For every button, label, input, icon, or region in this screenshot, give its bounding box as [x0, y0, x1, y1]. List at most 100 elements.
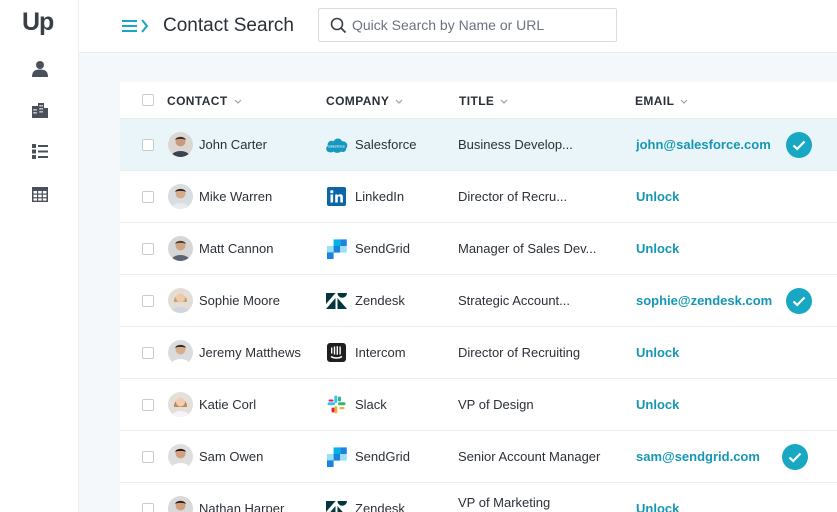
app-logo[interactable]: Up [22, 8, 54, 37]
list-icon [32, 143, 48, 159]
column-header-company[interactable]: COMPANY [326, 94, 403, 108]
verified-check-icon [786, 132, 812, 158]
job-title: VP of Marketing [458, 495, 551, 510]
job-title: Strategic Account... [458, 293, 571, 308]
job-title: Business Develop... [458, 137, 573, 152]
column-header-label: EMAIL [635, 94, 675, 108]
job-title: Director of Recru... [458, 189, 568, 204]
unlock-email-link[interactable]: Unlock [636, 397, 679, 412]
table-row[interactable]: Sam Owen SendGrid Senior Account Manager… [120, 431, 837, 483]
avatar [168, 184, 193, 209]
sidebar: Up [0, 0, 79, 512]
row-checkbox[interactable] [142, 295, 154, 307]
unlock-email-link[interactable]: Unlock [636, 241, 679, 256]
table-row[interactable]: Katie Corl Slack VP of Design Unlock [120, 379, 837, 431]
row-checkbox[interactable] [142, 399, 154, 411]
contact-name[interactable]: Mike Warren [199, 189, 272, 204]
table-header: CONTACT COMPANY TITLE EMAIL [120, 82, 837, 119]
job-title: Senior Account Manager [458, 449, 601, 464]
chevron-down-icon [500, 99, 508, 104]
sendgrid-logo-icon [325, 238, 348, 259]
column-header-label: CONTACT [167, 94, 228, 108]
table-row[interactable]: Matt Cannon SendGrid Manager of Sales De… [120, 223, 837, 275]
table-row[interactable]: Jeremy Matthews Intercom Director of Rec… [120, 327, 837, 379]
quick-search[interactable] [318, 8, 617, 42]
avatar [168, 132, 193, 157]
row-checkbox[interactable] [142, 503, 154, 512]
table-row[interactable]: Sophie Moore Zendesk Strategic Account..… [120, 275, 837, 327]
email-address[interactable]: john@salesforce.com [636, 137, 771, 152]
column-header-label: COMPANY [326, 94, 390, 108]
building-icon [32, 102, 48, 118]
company-name[interactable]: Slack [355, 397, 387, 412]
contact-name[interactable]: Katie Corl [199, 397, 256, 412]
row-checkbox[interactable] [142, 451, 154, 463]
contact-name[interactable]: Sam Owen [199, 449, 263, 464]
slack-logo-icon [325, 394, 348, 415]
job-title: Manager of Sales Dev... [458, 241, 597, 256]
unlock-email-link[interactable]: Unlock [636, 345, 679, 360]
table-row[interactable]: John Carter salesforce Salesforce Busine… [120, 119, 837, 171]
search-icon [330, 17, 347, 34]
unlock-email-link[interactable]: Unlock [636, 189, 679, 204]
column-header-label: TITLE [459, 94, 495, 108]
avatar [168, 236, 193, 261]
user-icon [32, 60, 48, 77]
contacts-table: CONTACT COMPANY TITLE EMAIL John Carter … [120, 82, 837, 512]
job-title: Director of Recruiting [458, 345, 581, 360]
table-row[interactable]: Nathan Harper Zendesk VP of Marketing Un… [120, 483, 837, 512]
email-address[interactable]: sophie@zendesk.com [636, 293, 772, 308]
company-name[interactable]: LinkedIn [355, 189, 404, 204]
company-name[interactable]: SendGrid [355, 241, 410, 256]
zendesk-logo-icon [325, 498, 348, 512]
salesforce-logo-icon: salesforce [325, 134, 348, 155]
table-row[interactable]: Mike Warren LinkedIn Director of Recru..… [120, 171, 837, 223]
linkedin-logo-icon [325, 186, 348, 207]
zendesk-logo-icon [325, 290, 348, 311]
avatar [168, 496, 193, 512]
sidebar-item-table[interactable] [31, 185, 49, 203]
row-checkbox[interactable] [142, 191, 154, 203]
intercom-logo-icon [325, 342, 348, 363]
email-address[interactable]: sam@sendgrid.com [636, 449, 760, 464]
sendgrid-logo-icon [325, 446, 348, 467]
avatar [168, 392, 193, 417]
company-name[interactable]: SendGrid [355, 449, 410, 464]
column-header-contact[interactable]: CONTACT [167, 94, 242, 108]
contact-name[interactable]: Nathan Harper [199, 501, 284, 512]
unlock-email-link[interactable]: Unlock [636, 501, 679, 512]
column-header-title[interactable]: TITLE [459, 94, 508, 108]
sidebar-item-lists[interactable] [31, 142, 49, 160]
row-checkbox[interactable] [142, 347, 154, 359]
verified-check-icon [786, 288, 812, 314]
contact-name[interactable]: Jeremy Matthews [199, 345, 301, 360]
sidebar-item-companies[interactable] [31, 101, 49, 119]
chevron-down-icon [680, 99, 688, 104]
chevron-down-icon [395, 99, 403, 104]
svg-text:salesforce: salesforce [328, 144, 345, 148]
select-all-checkbox[interactable] [142, 94, 154, 106]
search-input[interactable] [352, 9, 610, 41]
row-checkbox[interactable] [142, 139, 154, 151]
table-grid-icon [32, 186, 48, 202]
company-name[interactable]: Intercom [355, 345, 406, 360]
avatar [168, 288, 193, 313]
company-name[interactable]: Zendesk [355, 293, 405, 308]
verified-check-icon [782, 444, 808, 470]
hamburger-expand-icon [122, 19, 149, 33]
sidebar-item-contacts[interactable] [31, 59, 49, 77]
company-name[interactable]: Salesforce [355, 137, 416, 152]
contact-name[interactable]: Matt Cannon [199, 241, 273, 256]
page-title: Contact Search [163, 15, 294, 36]
chevron-down-icon [234, 99, 242, 104]
menu-toggle-button[interactable] [120, 16, 152, 36]
avatar [168, 444, 193, 469]
contact-name[interactable]: Sophie Moore [199, 293, 280, 308]
company-name[interactable]: Zendesk [355, 501, 405, 512]
contact-name[interactable]: John Carter [199, 137, 267, 152]
column-header-email[interactable]: EMAIL [635, 94, 688, 108]
row-checkbox[interactable] [142, 243, 154, 255]
top-header: Contact Search [79, 0, 837, 53]
job-title: VP of Design [458, 397, 534, 412]
avatar [168, 340, 193, 365]
